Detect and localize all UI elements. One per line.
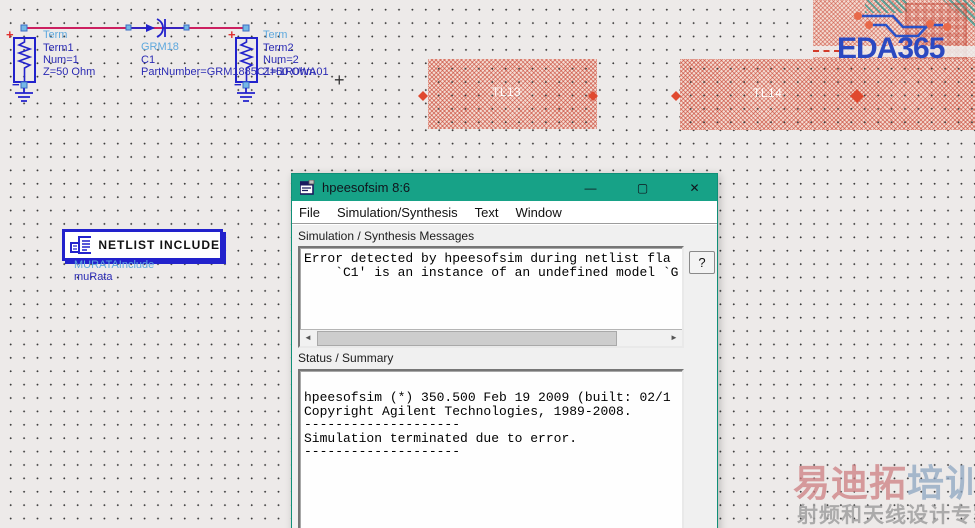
menu-text[interactable]: Text — [475, 205, 499, 220]
messages-hscrollbar[interactable]: ◄ ► — [300, 329, 682, 346]
menu-window[interactable]: Window — [515, 205, 561, 220]
term2-plus-icon: + — [228, 27, 236, 42]
status-textarea[interactable]: hpeesofsim (*) 350.500 Feb 19 2009 (buil… — [298, 369, 684, 528]
menu-simulation-synthesis[interactable]: Simulation/Synthesis — [337, 205, 458, 220]
netlist-instance-label: MURATAInclude — [74, 259, 155, 271]
minimize-button[interactable]: — — [568, 174, 613, 201]
brand-blue-text: 培训 — [907, 463, 975, 504]
term1-z-label: Z=50 Ohm — [43, 66, 96, 78]
error-message-text: Error detected by hpeesofsim during netl… — [304, 251, 679, 279]
term2-z-label: Z=50 Ohm — [263, 66, 316, 78]
scroll-left-icon[interactable]: ◄ — [300, 330, 316, 345]
maximize-button[interactable]: ▢ — [620, 174, 665, 201]
scroll-thumb[interactable] — [317, 331, 617, 346]
ads-schematic-canvas[interactable]: TL13 EDA365 TL14 + Term Term1 Num=1 Z=50… — [0, 0, 975, 528]
scroll-right-icon[interactable]: ► — [666, 330, 682, 345]
brand-red-text: 易迪拓 — [793, 463, 907, 504]
hpeesofsim-window[interactable]: hpeesofsim 8:6 — ▢ ✕ File Simulation/Syn… — [291, 173, 718, 528]
cap-model-label: GRM18 — [141, 41, 179, 53]
netlist-include-label: NETLIST INCLUDE — [98, 238, 220, 252]
term2-name-label: Term2 — [263, 42, 294, 54]
close-button[interactable]: ✕ — [672, 174, 717, 201]
menu-file[interactable]: File — [299, 205, 320, 220]
cap-name-label: C1 — [141, 54, 156, 66]
menu-bar: File Simulation/Synthesis Text Window — [292, 201, 717, 224]
term2-minus-icon: − — [234, 77, 242, 92]
term1-plus-icon: + — [6, 27, 14, 42]
help-button[interactable]: ? — [689, 251, 715, 274]
messages-textarea[interactable]: Error detected by hpeesofsim during netl… — [298, 246, 684, 348]
term1-type-label: Term — [43, 29, 68, 41]
netlist-pages-icon — [70, 236, 92, 254]
term1-minus-icon: − — [12, 77, 20, 92]
netlist-include-block[interactable]: NETLIST INCLUDE — [62, 229, 223, 261]
hpeesofsim-app-icon — [300, 180, 315, 195]
netlist-model-label: muRata — [74, 271, 113, 283]
term2-type-label: Term — [263, 29, 288, 41]
status-summary-text: hpeesofsim (*) 350.500 Feb 19 2009 (buil… — [304, 390, 671, 459]
training-tagline: 射频和天线设计专家 — [797, 504, 975, 527]
window-title: hpeesofsim 8:6 — [322, 180, 411, 195]
tline-pins[interactable] — [418, 89, 864, 103]
window-titlebar[interactable]: hpeesofsim 8:6 — ▢ ✕ — [292, 174, 717, 201]
cursor-crosshair: + — [334, 70, 345, 90]
status-group-label: Status / Summary — [298, 351, 394, 365]
term2-num-label: Num=2 — [263, 54, 299, 66]
term1-name-label: Term1 — [43, 42, 74, 54]
term1-num-label: Num=1 — [43, 54, 79, 66]
messages-group-label: Simulation / Synthesis Messages — [298, 229, 475, 243]
